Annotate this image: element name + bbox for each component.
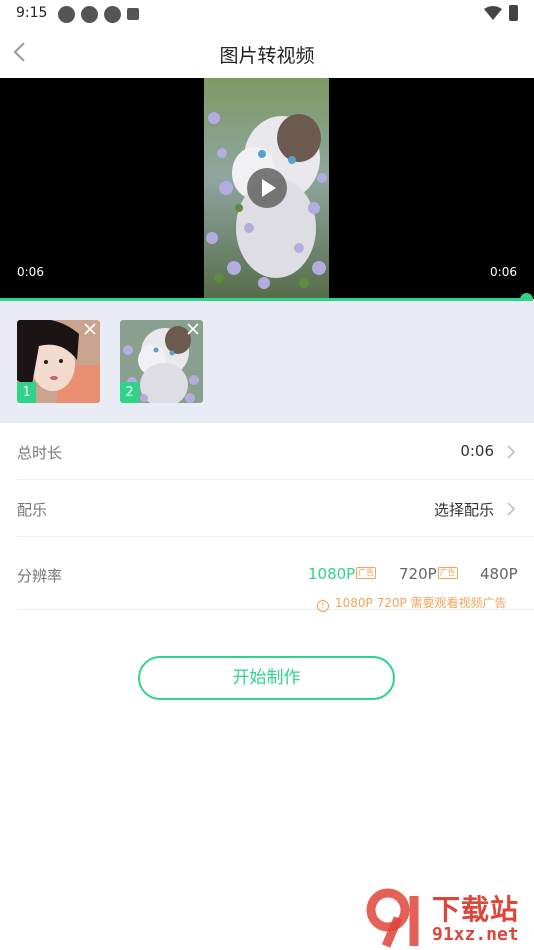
- watermark: 下载站 91xz.net: [358, 882, 534, 950]
- duration-label: 总时长: [17, 444, 63, 462]
- resolution-option-480p[interactable]: 480P: [480, 565, 518, 583]
- header: 图片转视频: [0, 28, 534, 78]
- battery-icon: [509, 5, 518, 21]
- thumbnail-item[interactable]: 2: [120, 320, 203, 403]
- resolution-label: 分辨率: [17, 567, 63, 585]
- status-time: 9:15: [16, 5, 48, 21]
- thumbnail-strip: 1 2: [0, 301, 534, 423]
- status-bar: 9:15: [0, 0, 534, 28]
- close-icon[interactable]: [186, 322, 200, 336]
- chevron-right-icon: [507, 502, 516, 516]
- music-value: 选择配乐: [433, 501, 494, 519]
- video-preview[interactable]: [0, 78, 534, 299]
- music-row[interactable]: 配乐 选择配乐: [17, 480, 534, 537]
- notification-icon: [58, 6, 75, 23]
- resolution-row: 分辨率 1080P 广告 720P 广告 480P ! 1080P 720P 需要观看…: [17, 537, 534, 612]
- resolution-option-label: 480P: [480, 565, 518, 583]
- resolution-option-720p[interactable]: 720P 广告: [399, 565, 458, 583]
- page-title: 图片转视频: [219, 45, 315, 67]
- current-time: 0:06: [17, 265, 44, 279]
- resolution-option-1080p[interactable]: 1080P 广告: [308, 565, 377, 583]
- resolution-option-label: 1080P: [308, 565, 356, 583]
- warning-icon: !: [317, 600, 329, 612]
- duration-row[interactable]: 总时长 0:06: [17, 423, 534, 480]
- watermark-logo-icon: [366, 888, 419, 948]
- resolution-option-label: 720P: [399, 565, 437, 583]
- ad-badge: 广告: [356, 567, 377, 579]
- watermark-url: 91xz.net: [432, 924, 519, 945]
- chevron-right-icon: [507, 445, 516, 459]
- thumbnail-item[interactable]: 1: [17, 320, 100, 403]
- watermark-title: 下载站: [432, 893, 520, 926]
- resolution-note-text: 1080P 720P 需要观看视频广告: [335, 596, 507, 610]
- play-button[interactable]: [247, 168, 287, 208]
- notification-icons: [58, 6, 139, 23]
- notification-a-icon: [127, 8, 139, 20]
- thumbnail-index: 2: [120, 382, 139, 403]
- thumbnail-index: 1: [17, 382, 36, 403]
- close-icon[interactable]: [83, 322, 97, 336]
- ad-badge: 广告: [437, 567, 458, 579]
- total-time: 0:06: [490, 265, 517, 279]
- wifi-icon: [484, 6, 502, 20]
- notification-icon: [104, 6, 121, 23]
- start-button[interactable]: 开始制作: [138, 656, 395, 700]
- duration-value: 0:06: [460, 442, 494, 460]
- resolution-ad-note: ! 1080P 720P 需要观看视频广告: [317, 594, 507, 612]
- music-label: 配乐: [17, 501, 48, 519]
- notification-icon: [81, 6, 98, 23]
